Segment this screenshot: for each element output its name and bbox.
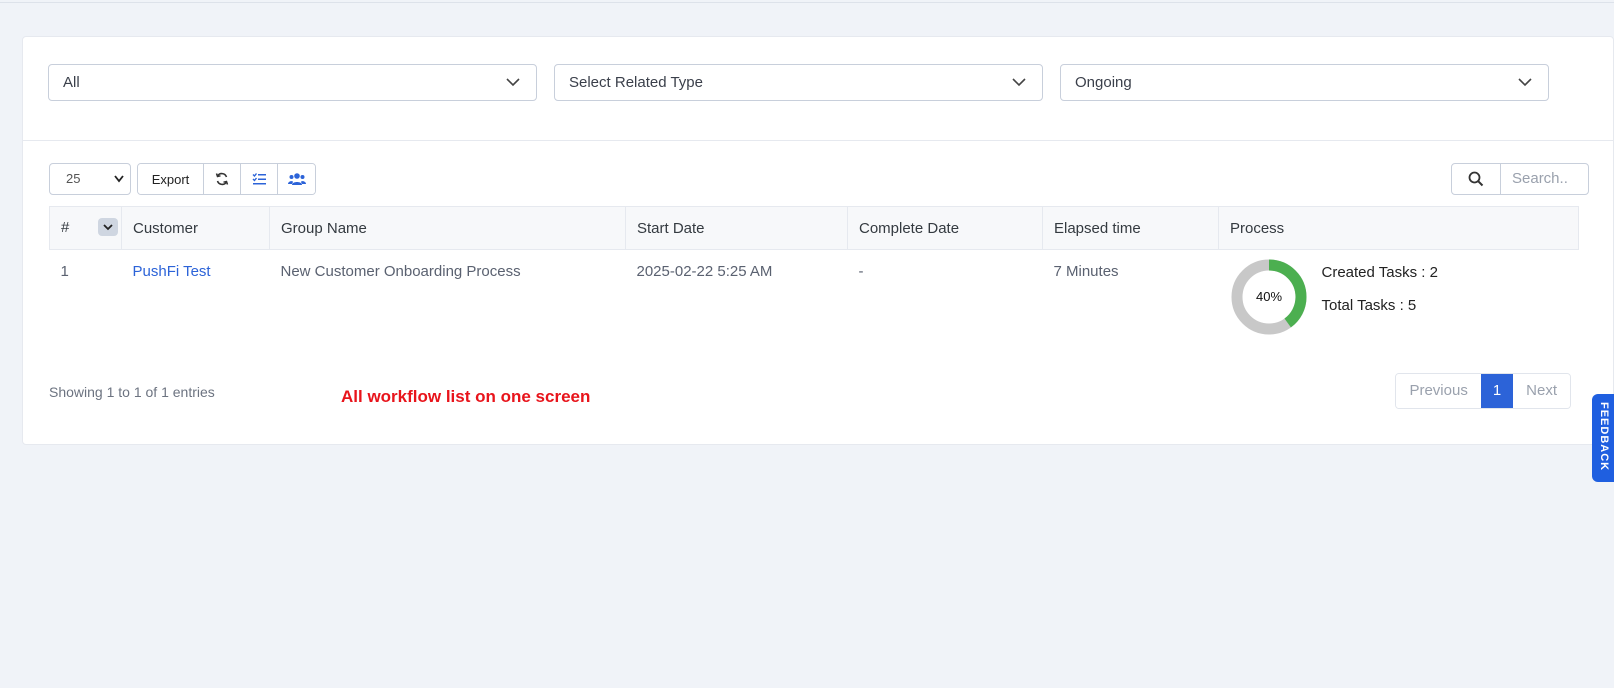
chevron-down-icon [1518,78,1532,87]
checklist-icon [252,173,266,185]
feedback-tab[interactable]: FEEDBACK [1592,394,1614,482]
page-1-button[interactable]: 1 [1480,374,1514,408]
related-type-value: Select Related Type [569,74,703,91]
feedback-tab-label: FEEDBACK [1598,402,1610,472]
entries-info: Showing 1 to 1 of 1 entries [49,384,215,400]
search-icon [1468,171,1484,187]
pagination: Previous 1 Next [1395,373,1571,409]
customer-link-cell: PushFi Test [122,250,270,342]
process-summary: 40% Created Tasks : 2 Total Tasks : 5 [1230,259,1579,340]
search-button[interactable] [1452,164,1501,194]
export-button[interactable]: Export [138,164,204,194]
customer-filter-value: All [63,74,80,91]
related-type-select[interactable]: Select Related Type [554,64,1043,101]
task-counts: Created Tasks : 2 Total Tasks : 5 [1322,264,1438,330]
col-header-customer[interactable]: Customer [121,206,270,250]
elapsed-time-cell: 7 Minutes [1053,263,1119,280]
complete-date-cell: - [858,263,864,280]
annotation-note: All workflow list on one screen [341,387,591,406]
filter-bar: All Select Related Type Ongoing [23,37,1613,141]
users-button[interactable] [278,164,315,194]
col-header-group-name[interactable]: Group Name [269,206,626,250]
column-toggle-button[interactable] [97,218,118,237]
search-input[interactable]: Search.. [1501,164,1588,194]
process-cell: 40% Created Tasks : 2 Total Tasks : 5 [1219,250,1579,342]
customer-link[interactable]: PushFi Test [133,263,211,280]
status-filter-value: Ongoing [1075,74,1132,91]
refresh-icon [215,172,229,186]
next-page-button[interactable]: Next [1513,374,1570,408]
col-header-start-date[interactable]: Start Date [625,206,848,250]
refresh-button[interactable] [204,164,241,194]
col-header-number: # [49,206,122,250]
total-tasks: Total Tasks : 5 [1321,297,1417,314]
chevron-down-icon [1012,78,1026,87]
top-divider [0,2,1614,3]
table-row: 1 PushFi Test New Customer Onboarding Pr… [50,250,1579,342]
previous-page-button[interactable]: Previous [1396,374,1481,408]
users-icon [287,173,306,185]
group-name-cell: New Customer Onboarding Process [280,263,521,280]
col-header-complete-date[interactable]: Complete Date [847,206,1043,250]
chevron-down-icon [506,78,520,87]
start-date-cell: 2025-02-22 5:25 AM [636,263,773,280]
status-filter-select[interactable]: Ongoing [1060,64,1549,101]
page-length-select[interactable]: 25 [49,163,131,195]
customer-filter-select[interactable]: All [48,64,537,101]
created-tasks: Created Tasks : 2 [1321,264,1438,281]
row-number: 1 [60,263,69,280]
progress-percent: 40% [1255,289,1281,304]
search-box: Search.. [1451,163,1589,195]
workflow-card: All Select Related Type Ongoing 25 Expor… [22,36,1614,445]
workflow-table: # Customer Group Name Start Date Complet… [49,206,1579,342]
chevron-down-icon [114,175,124,183]
col-header-process[interactable]: Process [1218,206,1579,250]
table-header-row: # Customer Group Name Start Date Complet… [49,206,1579,250]
progress-donut: 40% [1231,259,1306,335]
col-header-elapsed-time[interactable]: Elapsed time [1042,206,1219,250]
chevron-down-icon [102,224,113,231]
col-header-number-label: # [61,218,70,236]
table-button-group: Export [137,163,316,195]
task-list-button[interactable] [241,164,278,194]
page-length-value: 25 [66,171,81,186]
